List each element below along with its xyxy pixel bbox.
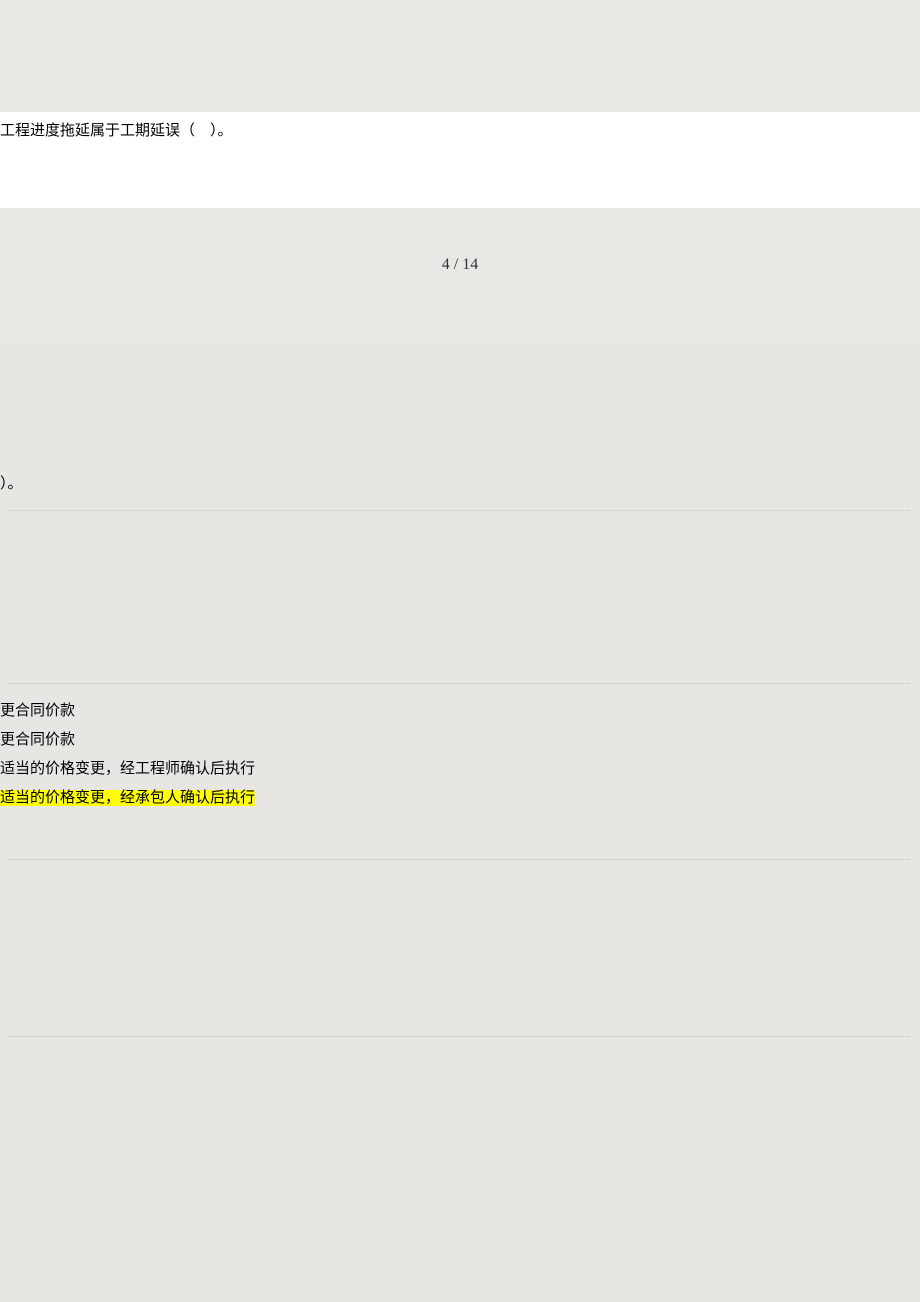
option-d: 适当的价格变更，经承包人确认后执行 — [0, 788, 255, 809]
question-text-2: ）。 — [0, 474, 23, 495]
top-margin — [0, 0, 920, 112]
question-text-1: 工程进度拖延属于工期延误（ ）。 — [0, 121, 233, 142]
page-number: 4 / 14 — [0, 256, 920, 274]
divider-line — [9, 859, 910, 860]
document-page: 工程进度拖延属于工期延误（ ）。 匸1个月 ）。 更合同价款 更合同价款 适当的… — [0, 112, 920, 208]
option-a: 更合同价款 — [0, 701, 75, 722]
highlighted-option: 适当的价格变更，经承包人确认后执行 — [0, 790, 255, 806]
option-b: 更合同价款 — [0, 730, 75, 751]
divider-line — [9, 683, 910, 684]
divider-line — [9, 1036, 910, 1037]
bottom-margin: 4 / 14 — [0, 208, 920, 344]
divider-line — [9, 510, 910, 511]
option-c: 适当的价格变更，经工程师确认后执行 — [0, 759, 255, 780]
